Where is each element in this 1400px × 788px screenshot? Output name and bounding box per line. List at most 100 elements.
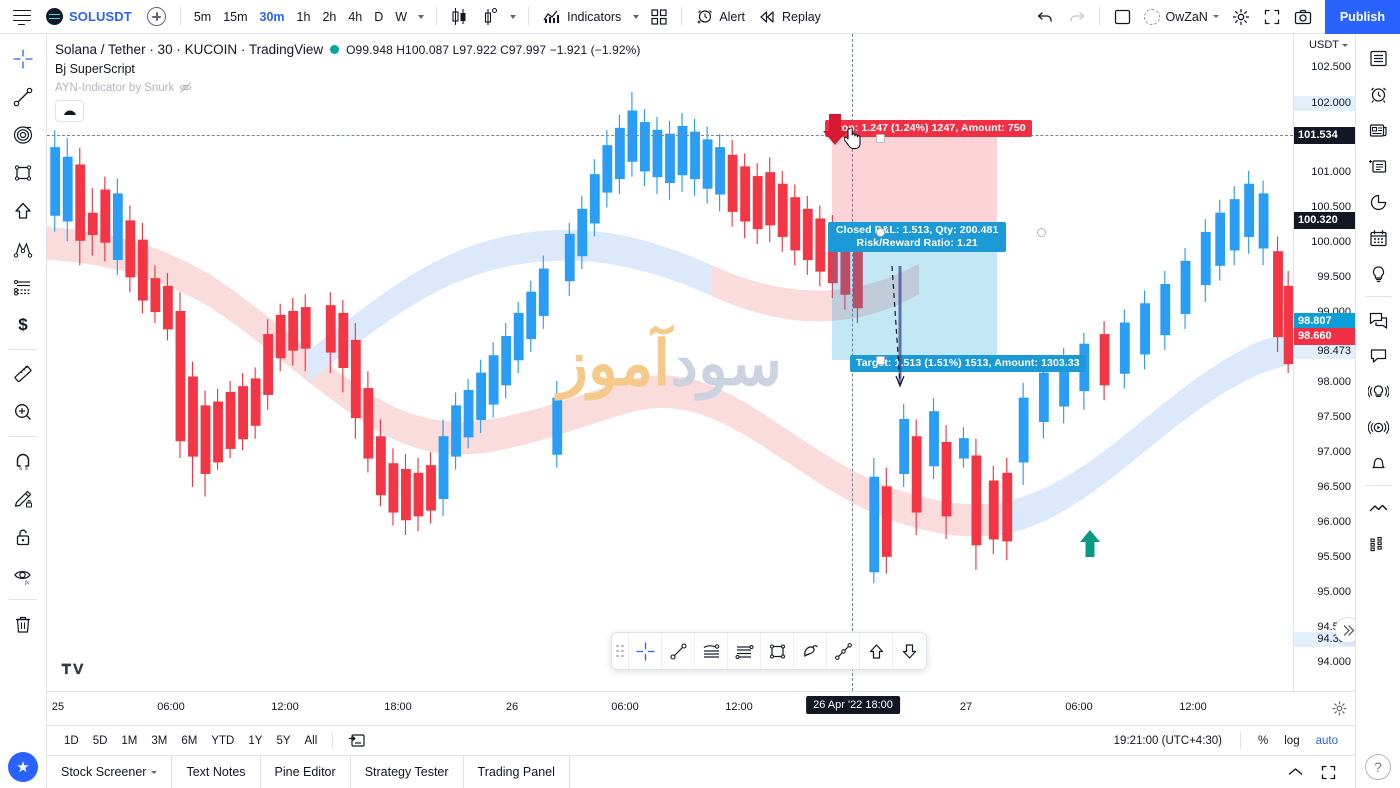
timeframe-15m[interactable]: 15m: [217, 4, 253, 30]
user-menu-button[interactable]: OwZaN: [1138, 4, 1224, 30]
panel-data-window[interactable]: [1360, 148, 1396, 184]
timeframe-2h[interactable]: 2h: [316, 4, 342, 30]
price-axis[interactable]: USDT 102.500 102.000 101.000 100.500 100…: [1293, 34, 1355, 691]
expand-right-button[interactable]: [1335, 617, 1355, 643]
panel-private-chat[interactable]: [1360, 337, 1396, 373]
panel-broadcast[interactable]: [1360, 373, 1396, 409]
chart-settings-button[interactable]: [1225, 3, 1257, 31]
panel-public-chat[interactable]: [1360, 301, 1396, 337]
tab-strategy-tester[interactable]: Strategy Tester: [351, 755, 464, 788]
add-symbol-button[interactable]: [140, 3, 173, 31]
tool-measure[interactable]: [4, 355, 42, 393]
publish-button[interactable]: Publish: [1324, 0, 1400, 34]
panel-object-tree[interactable]: [1360, 526, 1396, 562]
float-tool-brush[interactable]: [794, 633, 827, 669]
tool-hide-drawings[interactable]: fx: [4, 556, 42, 594]
chart-canvas[interactable]: سودآموز Stop: 1.247 (1.24%) 1247, Amount…: [47, 34, 1293, 691]
panel-notifications[interactable]: [1360, 445, 1396, 481]
panel-fullscreen-button[interactable]: [1314, 762, 1343, 783]
chart-type-candles-button[interactable]: [444, 3, 475, 31]
scale-percent-button[interactable]: %: [1251, 732, 1275, 750]
tab-stock-screener[interactable]: Stock Screener: [47, 755, 173, 788]
range-1y[interactable]: 1Y: [241, 732, 269, 750]
symbol-search-button[interactable]: SOLUSDT: [38, 8, 140, 25]
panel-news[interactable]: [1360, 112, 1396, 148]
main-menu-button[interactable]: [6, 3, 38, 31]
range-all[interactable]: All: [298, 732, 325, 750]
tool-rectangle[interactable]: [4, 154, 42, 192]
panel-stream[interactable]: [1360, 409, 1396, 445]
range-5d[interactable]: 5D: [86, 732, 115, 750]
tool-cross-cursor[interactable]: [4, 40, 42, 78]
time-axis-settings-button[interactable]: [1332, 701, 1347, 716]
position-handle-entry-right[interactable]: [1037, 228, 1046, 237]
help-button[interactable]: ?: [1365, 754, 1391, 780]
tab-trading-panel[interactable]: Trading Panel: [464, 755, 570, 788]
float-tool-arrow-down[interactable]: [893, 633, 926, 669]
tool-gann-fan[interactable]: [4, 116, 42, 154]
panel-hotlist[interactable]: [1360, 184, 1396, 220]
range-1d[interactable]: 1D: [57, 732, 86, 750]
float-tool-trend-line[interactable]: [662, 633, 695, 669]
range-5y[interactable]: 5Y: [269, 732, 297, 750]
position-target-label[interactable]: Target: 1.513 (1.51%) 1513, Amount: 1303…: [850, 355, 1086, 372]
panel-alerts[interactable]: [1360, 76, 1396, 112]
range-3m[interactable]: 3M: [144, 732, 174, 750]
position-handle-target[interactable]: [876, 356, 885, 365]
price-unit-selector[interactable]: USDT: [1306, 38, 1351, 52]
tab-text-notes[interactable]: Text Notes: [172, 755, 261, 788]
scale-log-button[interactable]: log: [1277, 732, 1306, 750]
timeframe-5m[interactable]: 5m: [188, 4, 217, 30]
tool-lock-drawings[interactable]: [4, 518, 42, 556]
tool-long-position[interactable]: [4, 268, 42, 306]
layout-button[interactable]: [1107, 3, 1138, 31]
templates-button[interactable]: [644, 3, 674, 31]
time-axis[interactable]: 25 06:00 12:00 18:00 26 06:00 12:00 26 A…: [47, 691, 1355, 725]
snapshot-button[interactable]: [1287, 3, 1319, 31]
timeframe-dropdown-button[interactable]: [413, 3, 429, 31]
float-tool-arrow-up[interactable]: [860, 633, 893, 669]
favorites-button[interactable]: ★: [8, 752, 38, 782]
bar-style-button[interactable]: [475, 3, 505, 31]
float-tool-rectangle[interactable]: [761, 633, 794, 669]
tool-zoom-in[interactable]: [4, 393, 42, 431]
position-handle-stop[interactable]: [876, 134, 885, 143]
timeframe-w[interactable]: W: [389, 4, 413, 30]
position-pnl-label[interactable]: Closed P&L: 1.513, Qty: 200.481 Risk/Rew…: [828, 222, 1007, 252]
chart-type-dropdown-button[interactable]: [505, 3, 521, 31]
fullscreen-button[interactable]: [1257, 3, 1287, 31]
floating-drawing-toolbar[interactable]: [611, 632, 927, 670]
tool-magnet[interactable]: S S: [4, 442, 42, 480]
float-tool-crosshair[interactable]: [629, 633, 662, 669]
float-tool-path[interactable]: [827, 633, 860, 669]
timeframe-d[interactable]: D: [368, 4, 389, 30]
tool-trend-line[interactable]: [4, 78, 42, 116]
tool-arrow-marker[interactable]: [4, 192, 42, 230]
panel-collapse[interactable]: [1360, 490, 1396, 526]
go-to-date-button[interactable]: [341, 730, 372, 751]
expand-panel-button[interactable]: [1281, 764, 1310, 780]
range-6m[interactable]: 6M: [174, 732, 204, 750]
undo-button[interactable]: [1030, 3, 1061, 31]
tool-price-label[interactable]: $: [4, 306, 42, 344]
position-handle-entry-left[interactable]: [876, 228, 885, 237]
replay-button[interactable]: Replay: [752, 3, 828, 31]
tab-pine-editor[interactable]: Pine Editor: [261, 755, 351, 788]
chevron-down-icon[interactable]: [151, 770, 158, 774]
float-tool-pitchfork[interactable]: [695, 633, 728, 669]
range-ytd[interactable]: YTD: [204, 732, 241, 750]
tool-remove-drawings[interactable]: [4, 605, 42, 643]
timeframe-30m[interactable]: 30m: [254, 4, 291, 30]
tool-elliott-wave[interactable]: [4, 230, 42, 268]
drag-handle[interactable]: [612, 633, 629, 669]
tool-drawing-mode[interactable]: [4, 480, 42, 518]
indicators-dropdown-button[interactable]: [628, 3, 644, 31]
panel-watchlist[interactable]: [1360, 40, 1396, 76]
float-tool-horizontal-lines[interactable]: [728, 633, 761, 669]
timeframe-4h[interactable]: 4h: [342, 4, 368, 30]
panel-calendar[interactable]: [1360, 220, 1396, 256]
scale-auto-button[interactable]: auto: [1309, 732, 1345, 750]
indicators-button[interactable]: Indicators: [536, 3, 628, 31]
alert-button[interactable]: Alert: [689, 3, 752, 31]
range-1m[interactable]: 1M: [114, 732, 144, 750]
